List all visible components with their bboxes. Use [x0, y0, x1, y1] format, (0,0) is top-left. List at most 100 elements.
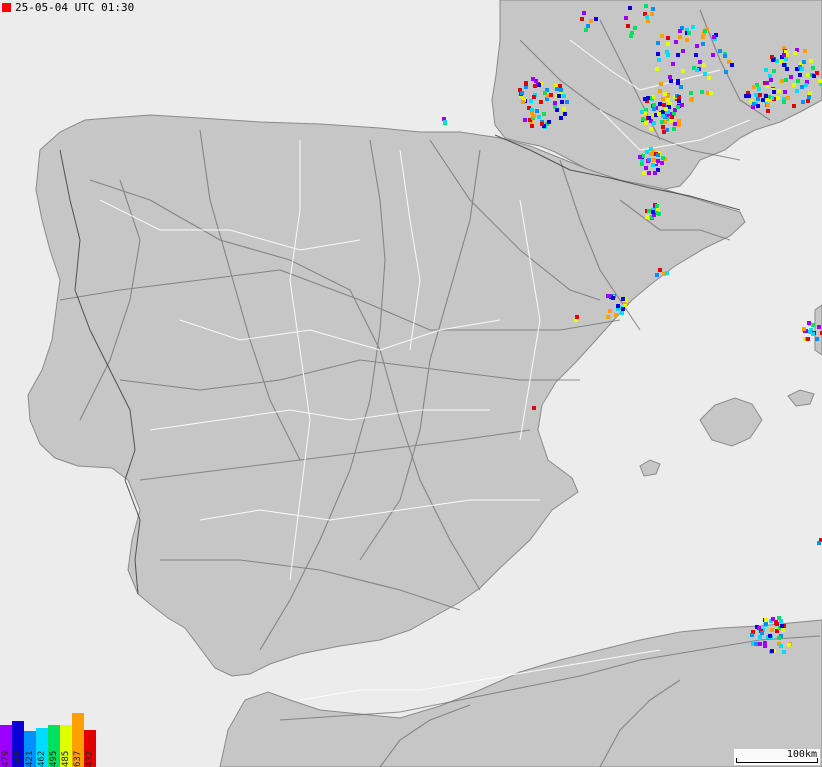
strike-mark: [798, 73, 802, 77]
strike-mark: [651, 7, 655, 11]
strike-mark: [785, 67, 789, 71]
legend-bar: 637: [72, 713, 84, 767]
strike-mark: [644, 166, 648, 170]
strike-mark: [524, 82, 528, 86]
strike-mark: [443, 120, 447, 124]
strike-mark: [608, 309, 612, 313]
strike-mark: [771, 617, 775, 621]
strike-mark: [628, 6, 632, 10]
strike-mark: [685, 38, 689, 42]
strike-mark: [777, 636, 781, 640]
strike-mark: [555, 87, 559, 91]
strike-mark: [769, 78, 773, 82]
strike-mark: [620, 311, 624, 315]
strike-mark: [817, 325, 821, 329]
strike-mark: [661, 97, 665, 101]
strike-mark: [747, 94, 751, 98]
strike-mark: [723, 54, 727, 58]
strike-mark: [676, 105, 680, 109]
strike-mark: [765, 81, 769, 85]
strike-mark: [560, 100, 564, 104]
strike-mark: [802, 60, 806, 64]
strike-mark: [655, 67, 659, 71]
strike-mark: [779, 644, 783, 648]
strike-mark: [668, 75, 672, 79]
strike-mark: [539, 100, 543, 104]
strike-mark: [616, 304, 620, 308]
strike-mark: [656, 52, 660, 56]
strike-mark: [537, 83, 541, 87]
strike-mark: [700, 90, 704, 94]
strike-mark: [575, 315, 579, 319]
strike-mark: [804, 83, 808, 87]
strike-mark: [702, 63, 706, 67]
stroke-count-legend: 479 548 421 462 495 485 637 432: [0, 713, 96, 767]
strike-mark: [691, 25, 695, 29]
strike-mark: [752, 85, 756, 89]
strike-mark: [646, 19, 650, 23]
strike-mark: [666, 42, 670, 46]
strike-mark: [662, 130, 666, 134]
strike-mark: [677, 99, 681, 103]
strike-mark: [642, 171, 646, 175]
strike-mark: [530, 124, 534, 128]
strike-mark: [786, 96, 790, 100]
strike-mark: [772, 69, 776, 73]
strike-mark: [800, 85, 804, 89]
strike-mark: [660, 161, 664, 165]
legend-bar: 495: [48, 725, 60, 767]
strike-mark: [776, 96, 780, 100]
strike-mark: [677, 123, 681, 127]
strike-mark: [681, 69, 685, 73]
strike-mark: [766, 103, 770, 107]
strike-mark: [672, 127, 676, 131]
strike-mark: [645, 15, 649, 19]
strike-mark: [709, 91, 713, 95]
strike-mark: [520, 91, 524, 95]
strike-mark: [665, 271, 669, 275]
strike-mark: [780, 79, 784, 83]
strike-mark: [589, 19, 593, 23]
strike-mark: [649, 127, 653, 131]
strike-mark: [808, 91, 812, 95]
strike-mark: [698, 60, 702, 64]
strike-mark: [800, 67, 804, 71]
strike-mark: [768, 74, 772, 78]
strike-mark: [656, 153, 660, 157]
strike-mark: [655, 204, 659, 208]
strike-mark: [647, 171, 651, 175]
strike-mark: [535, 109, 539, 113]
scale-bar: 100km: [734, 749, 820, 765]
strike-mark: [818, 79, 822, 83]
strike-mark: [532, 95, 536, 99]
strike-mark: [777, 616, 781, 620]
strike-mark: [652, 107, 656, 111]
strike-mark: [649, 152, 653, 156]
strike-mark: [645, 150, 649, 154]
strike-mark: [584, 28, 588, 32]
strike-mark: [772, 90, 776, 94]
strike-mark: [677, 95, 681, 99]
strike-mark: [660, 34, 664, 38]
strike-mark: [768, 634, 772, 638]
strike-mark: [658, 268, 662, 272]
strike-mark: [701, 42, 705, 46]
strike-mark: [662, 103, 666, 107]
scale-label: 100km: [786, 749, 817, 760]
strike-mark: [646, 96, 650, 100]
strike-mark: [647, 116, 651, 120]
strike-mark: [806, 99, 810, 103]
strike-mark: [730, 63, 734, 67]
strike-mark: [661, 114, 665, 118]
strike-mark: [664, 107, 668, 111]
strike-mark: [782, 100, 786, 104]
strike-mark: [784, 57, 788, 61]
strike-mark: [782, 63, 786, 67]
strike-mark: [621, 297, 625, 301]
strike-mark: [681, 49, 685, 53]
strike-mark: [806, 337, 810, 341]
strike-mark: [789, 75, 793, 79]
strike-mark: [712, 35, 716, 39]
strike-mark: [653, 171, 657, 175]
timestamp-text: 25-05-04 UTC 01:30: [15, 1, 135, 14]
